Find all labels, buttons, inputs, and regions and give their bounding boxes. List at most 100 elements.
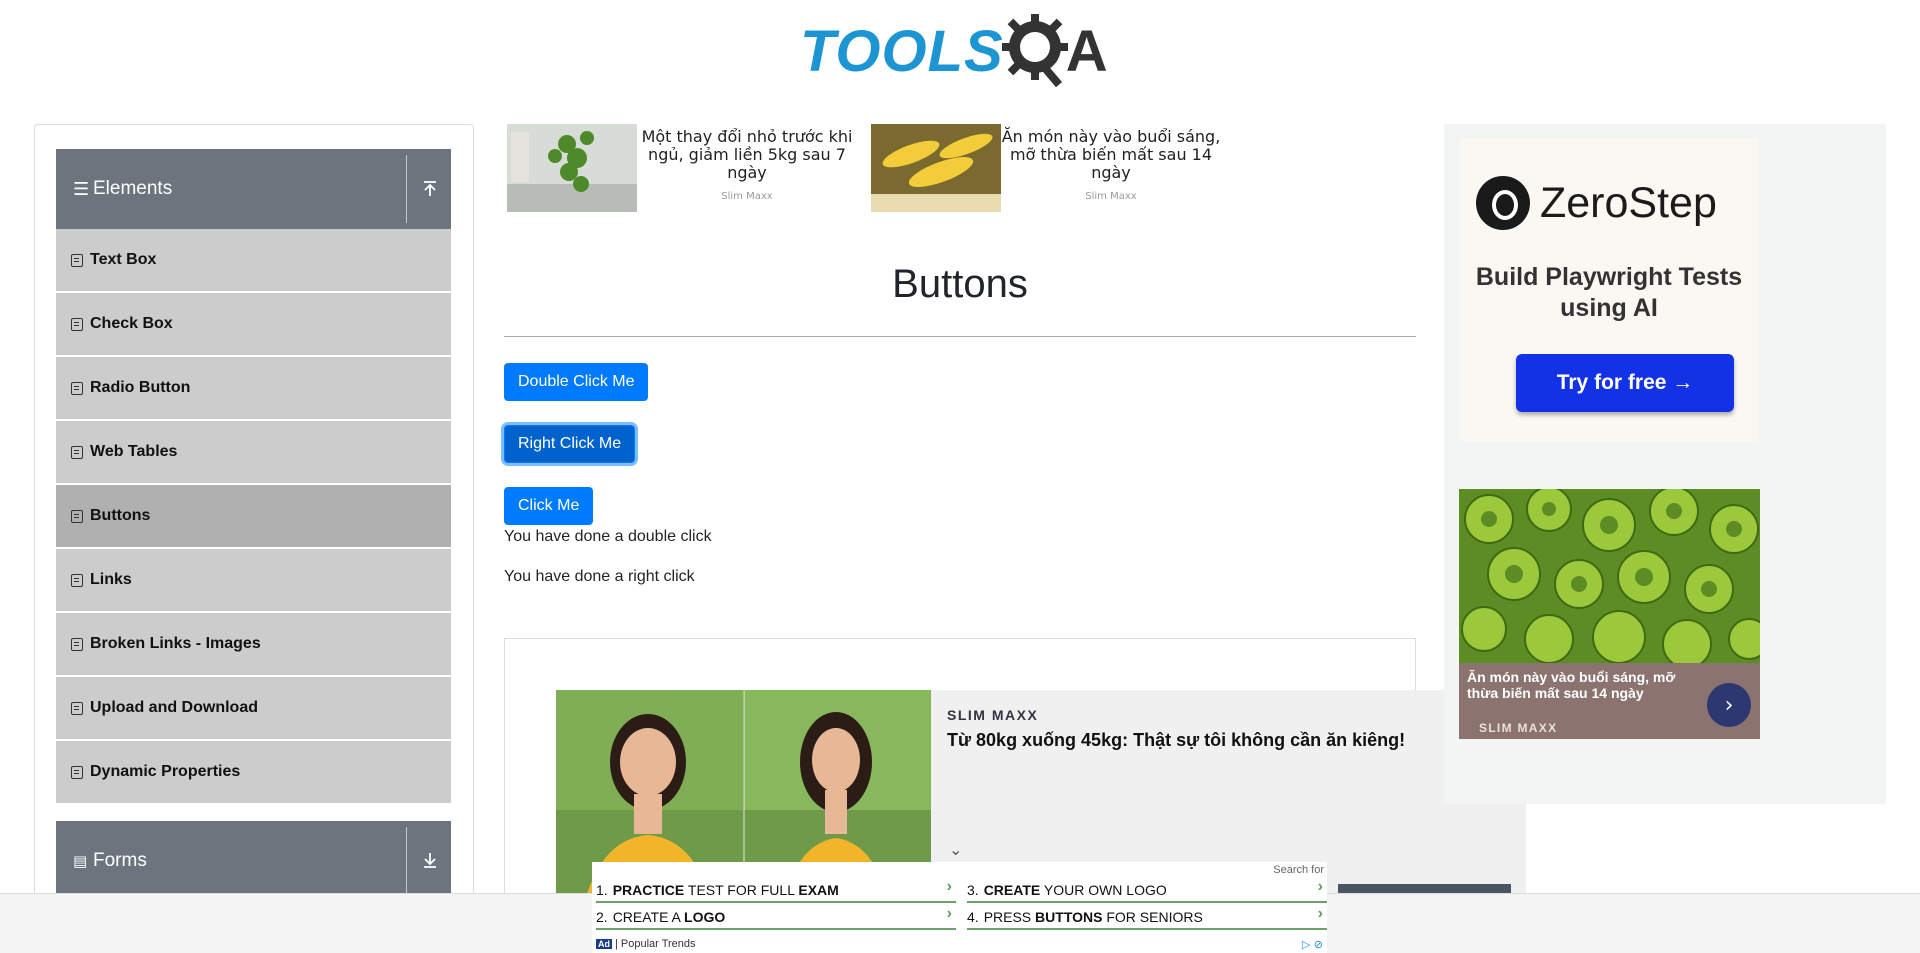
html-icon xyxy=(71,765,83,779)
html-icon xyxy=(71,253,83,267)
right-click-button[interactable]: Right Click Me xyxy=(504,425,636,463)
html-icon xyxy=(71,637,83,651)
ad-text: Một thay đổi nhỏ trước khi ngủ, giảm liề… xyxy=(637,124,857,214)
logo-text: TOOLS xyxy=(800,19,1004,84)
click-me-button[interactable]: Click Me xyxy=(504,487,594,525)
sidebar-item-links[interactable]: Links xyxy=(56,549,451,611)
slim-maxx-ad[interactable]: Ăn món này vào buổi sáng, mỡ thừa biến m… xyxy=(1459,489,1760,739)
link-keyword: PRACTICE xyxy=(612,881,685,898)
html-icon xyxy=(71,701,83,715)
ad-link-2[interactable]: 2. CREATE A LOGO › xyxy=(596,905,956,930)
divider xyxy=(406,155,407,223)
chevron-right-icon[interactable]: › xyxy=(1707,683,1751,727)
zerostep-tagline: Build Playwright Tests using AI xyxy=(1475,263,1743,322)
ad-source: Slim Maxx xyxy=(1085,191,1137,202)
sidebar-item-upload-download[interactable]: Upload and Download xyxy=(56,677,451,739)
link-number: 1. xyxy=(596,881,608,898)
sidebar-item-label: Links xyxy=(90,571,132,588)
group-label: Elements xyxy=(93,178,173,199)
link-number: 2. xyxy=(596,908,608,925)
ad-sponsor: SLIM MAXX xyxy=(947,707,1039,723)
sidebar-item-radio-button[interactable]: Radio Button xyxy=(56,357,451,419)
sidebar-item-label: Text Box xyxy=(90,251,157,268)
link-text: CREATE A xyxy=(612,908,685,925)
right-click-message: You have done a right click xyxy=(504,568,695,585)
top-ad-1[interactable]: Một thay đổi nhỏ trước khi ngủ, giảm liề… xyxy=(507,124,857,214)
sidebar-item-label: Dynamic Properties xyxy=(90,763,241,780)
popular-text: Popular Trends xyxy=(620,938,696,950)
gear-magnifier-icon xyxy=(1001,14,1068,88)
zerostep-mark-icon xyxy=(1476,176,1530,230)
sidebar-item-label: Buttons xyxy=(90,507,151,524)
site-header: TOOLS A xyxy=(0,0,1920,100)
sidebar-item-label: Web Tables xyxy=(90,443,178,460)
link-text: FOR SENIORS xyxy=(1102,908,1203,925)
page: { "header": { "logo_text": "TOOLS", "log… xyxy=(0,0,1920,953)
link-text: PRESS xyxy=(983,908,1036,925)
sidebar-item-web-tables[interactable]: Web Tables xyxy=(56,421,451,483)
chevron-right-icon: › xyxy=(1317,878,1323,895)
double-click-message: You have done a double click xyxy=(504,528,712,545)
sidebar-item-dynamic-properties[interactable]: Dynamic Properties xyxy=(56,741,451,803)
group-label: Forms xyxy=(93,850,147,871)
sidebar-item-check-box[interactable]: Check Box xyxy=(56,293,451,355)
ad-link-1[interactable]: 1. PRACTICE TEST FOR FULL EXAM › xyxy=(596,878,956,903)
link-keyword: EXAM xyxy=(798,881,839,898)
sidebar-item-broken-links[interactable]: Broken Links - Images xyxy=(56,613,451,675)
expand-down-icon[interactable] xyxy=(422,851,438,869)
logo-suffix: A xyxy=(1065,19,1108,84)
group-header-forms[interactable]: ▤ Forms xyxy=(56,821,451,901)
search-for-label: Search for xyxy=(1273,864,1324,876)
ad-thumbnail-image xyxy=(871,124,1001,212)
link-keyword: LOGO xyxy=(684,908,726,925)
toolsqa-logo[interactable]: TOOLS A xyxy=(800,12,1108,92)
popular-trends[interactable]: Ad | Popular Trends xyxy=(596,938,696,950)
zerostep-logo: ZeroStep xyxy=(1476,176,1717,230)
ad-caption: Ăn món này vào buổi sáng, mỡ thừa biến m… xyxy=(1467,669,1676,701)
sidebar-item-label: Upload and Download xyxy=(90,699,258,716)
ad-text: Ăn món này vào buổi sáng, mỡ thừa biến m… xyxy=(1001,124,1221,214)
zerostep-brand: ZeroStep xyxy=(1540,178,1717,227)
sidebar-item-label: Radio Button xyxy=(90,379,191,396)
popular-label: | Popular Trends xyxy=(615,938,696,950)
top-ad-2[interactable]: Ăn món này vào buổi sáng, mỡ thừa biến m… xyxy=(871,124,1221,214)
link-number: 3. xyxy=(967,881,979,898)
adchoices-icon[interactable]: ▷ ⊘ xyxy=(1302,938,1323,951)
chevron-right-icon: › xyxy=(1317,905,1323,922)
sidebar-item-buttons[interactable]: Buttons xyxy=(56,485,451,547)
collapse-up-icon[interactable] xyxy=(422,179,438,197)
divider xyxy=(406,827,407,895)
link-keyword: BUTTONS xyxy=(1035,908,1103,925)
link-text: TEST FOR FULL xyxy=(684,881,799,898)
left-panel: ☰ Elements Text Box Check Box Radio Butt… xyxy=(34,124,474,953)
sidebar-item-text-box[interactable]: Text Box xyxy=(56,229,451,291)
chevron-right-icon: › xyxy=(946,905,952,922)
hamburger-icon: ☰ xyxy=(73,178,90,200)
document-icon: ▤ xyxy=(73,852,88,870)
ad-link-4[interactable]: 4. PRESS BUTTONS FOR SENIORS › xyxy=(967,905,1327,930)
try-for-free-button[interactable]: Try for free → xyxy=(1516,354,1734,412)
zerostep-ad[interactable]: ZeroStep Build Playwright Tests using AI… xyxy=(1460,138,1758,441)
ad-thumbnail-image xyxy=(507,124,637,212)
link-text: YOUR OWN LOGO xyxy=(1040,881,1167,898)
chevron-down-icon[interactable]: ⌄ xyxy=(949,840,962,859)
double-click-button[interactable]: Double Click Me xyxy=(504,363,649,401)
divider xyxy=(504,336,1416,337)
html-icon xyxy=(71,509,83,523)
ad-headline: Ăn món này vào buổi sáng, mỡ thừa biến m… xyxy=(1001,127,1221,182)
group-header-elements[interactable]: ☰ Elements xyxy=(56,149,451,229)
html-icon xyxy=(71,573,83,587)
ad-brand: SLIM MAXX xyxy=(1479,721,1558,735)
html-icon xyxy=(71,445,83,459)
sidebar-item-label: Broken Links - Images xyxy=(90,635,261,652)
ad-badge: Ad xyxy=(596,939,612,949)
html-icon xyxy=(71,381,83,395)
ad-link-3[interactable]: 3. CREATE YOUR OWN LOGO › xyxy=(967,878,1327,903)
ad-strip xyxy=(1338,884,1511,893)
link-number: 4. xyxy=(967,908,979,925)
ad-headline: Một thay đổi nhỏ trước khi ngủ, giảm liề… xyxy=(641,127,853,182)
ad-headline: Từ 80kg xuống 45kg: Thật sự tôi không cầ… xyxy=(947,730,1406,750)
sidebar-item-label: Check Box xyxy=(90,315,173,332)
right-ad-column: ZeroStep Build Playwright Tests using AI… xyxy=(1444,124,1886,804)
ad-source: Slim Maxx xyxy=(721,191,773,202)
